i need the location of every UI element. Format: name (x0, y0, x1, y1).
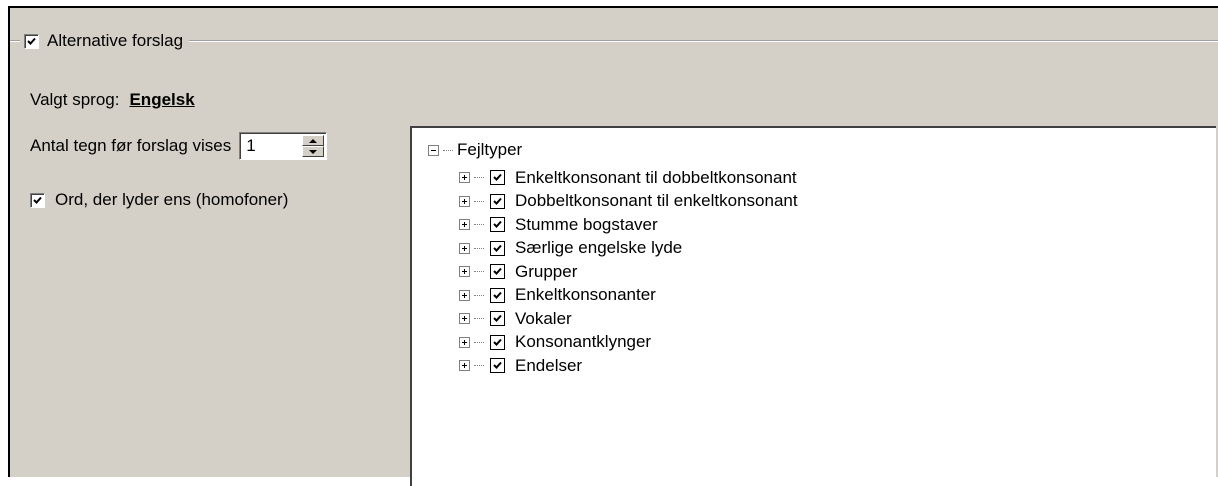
tree-item-label: Vokaler (515, 308, 572, 328)
check-icon (33, 196, 42, 204)
plus-expander-icon[interactable] (459, 360, 470, 372)
tree-connector (474, 177, 484, 179)
selected-language-label: Valgt sprog: (30, 90, 120, 109)
tree-item-label: Dobbeltkonsonant til enkeltkonsonant (515, 191, 798, 211)
tree-connector (474, 318, 484, 320)
tree-item-checkbox[interactable] (490, 240, 505, 256)
plus-expander-icon[interactable] (459, 242, 470, 254)
tree-item-label: Grupper (515, 261, 578, 281)
plus-expander-icon[interactable] (459, 195, 470, 207)
tree-item[interactable]: Grupper (459, 260, 798, 284)
homofoner-label: Ord, der lyder ens (homofoner) (55, 190, 289, 209)
antal-tegn-label: Antal tegn før forslag vises (30, 136, 232, 155)
check-icon (493, 362, 502, 370)
plus-expander-icon[interactable] (459, 266, 470, 278)
tree-item[interactable]: Enkeltkonsonant til dobbeltkonsonant (459, 166, 798, 190)
homofoner-checkbox[interactable] (30, 192, 45, 208)
check-icon (493, 315, 502, 323)
group-divider (10, 40, 1218, 42)
tree-connector (443, 149, 453, 151)
tree-root-fejltyper[interactable]: Fejltyper (428, 140, 522, 160)
homofoner-option[interactable]: Ord, der lyder ens (homofoner) (30, 190, 288, 210)
alternative-forslag-checkbox[interactable] (24, 33, 39, 49)
options-panel: Alternative forslag Valgt sprog: Engelsk… (8, 6, 1218, 486)
check-icon (493, 221, 502, 229)
plus-expander-icon[interactable] (459, 219, 470, 231)
tree-root-label: Fejltyper (457, 140, 523, 159)
plus-expander-icon[interactable] (459, 289, 470, 301)
fejltyper-tree[interactable]: Fejltyper Enkeltkonsonant til dobbeltkon… (410, 126, 1216, 486)
alternative-forslag-label: Alternative forslag (47, 31, 184, 50)
tree-item[interactable]: Endelser (459, 354, 798, 378)
check-icon (27, 37, 36, 45)
check-icon (493, 291, 502, 299)
tree-item-label: Særlige engelske lyde (515, 238, 683, 258)
tree-item-label: Konsonantklynger (515, 332, 652, 352)
tree-item-checkbox[interactable] (490, 287, 505, 303)
antal-tegn-row: Antal tegn før forslag vises 1 (30, 132, 328, 160)
check-icon (493, 244, 502, 252)
tree-item-checkbox[interactable] (490, 217, 505, 233)
tree-item-checkbox[interactable] (490, 358, 505, 374)
tree-item[interactable]: Særlige engelske lyde (459, 237, 798, 261)
arrow-down-icon (309, 149, 318, 154)
tree-connector (474, 224, 484, 226)
tree-item-label: Stumme bogstaver (515, 214, 658, 234)
tree-items: Enkeltkonsonant til dobbeltkonsonant Dob… (459, 166, 798, 378)
arrow-up-icon (309, 138, 318, 143)
tree-connector (474, 200, 484, 202)
tree-connector (474, 271, 484, 273)
check-icon (493, 174, 502, 182)
plus-expander-icon[interactable] (459, 172, 470, 184)
tree-connector (474, 365, 484, 367)
tree-item-checkbox[interactable] (490, 193, 505, 209)
tree-item[interactable]: Enkeltkonsonanter (459, 284, 798, 308)
plus-expander-icon[interactable] (459, 336, 470, 348)
tree-item-label: Enkeltkonsonanter (515, 285, 656, 305)
tree-item-label: Endelser (515, 355, 583, 375)
spinner-buttons (302, 135, 325, 157)
check-icon (493, 338, 502, 346)
tree-item[interactable]: Stumme bogstaver (459, 213, 798, 237)
tree-item[interactable]: Konsonantklynger (459, 331, 798, 355)
tree-item-checkbox[interactable] (490, 334, 505, 350)
tree-item[interactable]: Vokaler (459, 307, 798, 331)
minus-expander-icon[interactable] (428, 144, 439, 156)
spin-up-button[interactable] (302, 135, 325, 146)
plus-expander-icon[interactable] (459, 313, 470, 325)
selected-language-value: Engelsk (129, 90, 195, 109)
tree-item-checkbox[interactable] (490, 264, 505, 280)
antal-tegn-spinner[interactable]: 1 (239, 132, 328, 160)
tree-connector (474, 247, 484, 249)
tree-item[interactable]: Dobbeltkonsonant til enkeltkonsonant (459, 190, 798, 214)
check-icon (493, 268, 502, 276)
tree-item-label: Enkeltkonsonant til dobbeltkonsonant (515, 167, 797, 187)
alternative-forslag-group-header[interactable]: Alternative forslag (20, 28, 190, 54)
check-icon (493, 197, 502, 205)
spin-down-button[interactable] (302, 146, 325, 157)
selected-language-row: Valgt sprog: Engelsk (30, 90, 195, 110)
tree-item-checkbox[interactable] (490, 170, 505, 186)
tree-connector (474, 341, 484, 343)
tree-connector (474, 294, 484, 296)
tree-item-checkbox[interactable] (490, 311, 505, 327)
